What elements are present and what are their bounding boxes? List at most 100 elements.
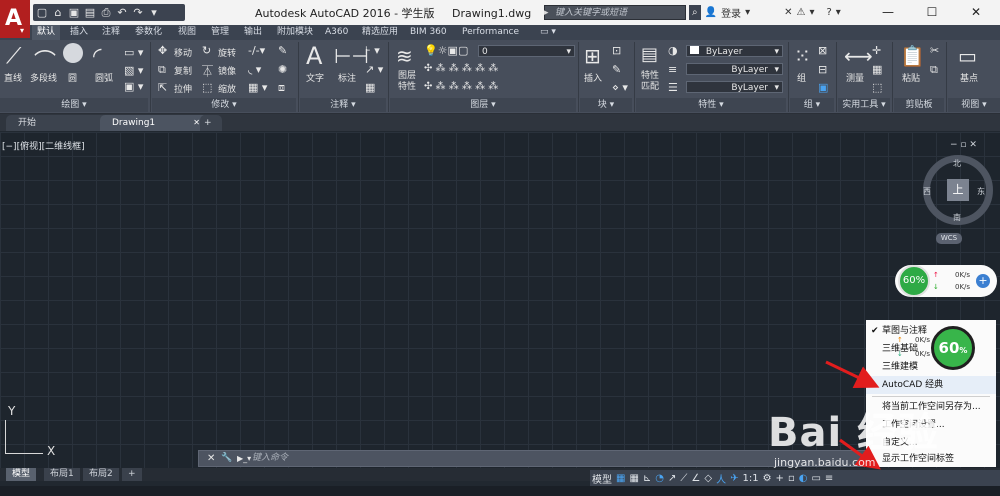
- trim-icon[interactable]: -/-▾: [248, 44, 265, 57]
- tab-a360[interactable]: A360: [320, 25, 353, 40]
- move-button[interactable]: 移动: [174, 46, 192, 59]
- fillet-icon[interactable]: ◟ ▾: [248, 63, 261, 76]
- layer-properties-icon[interactable]: ≋: [396, 44, 413, 68]
- stretch-button[interactable]: 拉伸: [174, 82, 192, 95]
- minimize-button[interactable]: —: [866, 0, 910, 25]
- tab-drawing1[interactable]: Drawing1 ✕: [100, 115, 208, 131]
- layer-state-icons[interactable]: 💡☼▣▢: [424, 44, 468, 57]
- tab-view[interactable]: 视图: [173, 25, 201, 40]
- compass-west[interactable]: 西: [923, 186, 931, 197]
- ortho-icon[interactable]: ⊾: [643, 473, 651, 484]
- color-dropdown[interactable]: ByLayer ▾: [686, 45, 783, 57]
- layer-dropdown[interactable]: 0 ▾: [478, 45, 575, 57]
- customize-qat-icon[interactable]: ▾: [147, 6, 161, 19]
- linear-dim-icon[interactable]: ⊦ ▾: [365, 44, 380, 57]
- maximize-button[interactable]: ☐: [910, 0, 954, 25]
- ribbon-options-button[interactable]: ▭ ▾: [535, 25, 561, 40]
- wrench-icon[interactable]: 🔧: [221, 451, 232, 466]
- tab-insert[interactable]: 插入: [65, 25, 93, 40]
- panel-properties-title[interactable]: 特性 ▾: [636, 98, 786, 112]
- insert-button[interactable]: 插入: [584, 71, 602, 84]
- linetype-dropdown[interactable]: ByLayer ▾: [686, 63, 783, 75]
- dimension-button[interactable]: 标注: [338, 71, 356, 84]
- text-button[interactable]: 文字: [306, 71, 324, 84]
- base-view-icon[interactable]: ▭: [958, 44, 977, 68]
- offset-icon[interactable]: ⧈: [278, 81, 285, 95]
- tab-home[interactable]: 默认: [32, 25, 61, 40]
- ungroup-icon[interactable]: ⊠: [818, 44, 827, 57]
- panel-layers-title[interactable]: 图层 ▾: [390, 98, 576, 112]
- tab-model[interactable]: 模型: [6, 468, 37, 481]
- line-icon[interactable]: ⟋: [6, 44, 21, 69]
- create-block-icon[interactable]: ⊡: [612, 44, 621, 57]
- quick-select-icon[interactable]: ⬚: [872, 81, 882, 94]
- edit-block-icon[interactable]: ✎: [612, 63, 621, 76]
- compass-south[interactable]: 南: [953, 212, 961, 223]
- copy-clip-icon[interactable]: ⧉: [930, 63, 938, 77]
- circle-button[interactable]: 圆: [68, 71, 77, 84]
- paste-button[interactable]: 粘贴: [902, 71, 920, 84]
- attribute-icon[interactable]: ⋄ ▾: [612, 81, 628, 94]
- array-icon[interactable]: ▦ ▾: [248, 81, 267, 94]
- network-speed-overlay[interactable]: ↑ 0K/s ↓ 0K/s 60%: [895, 326, 995, 370]
- match-properties-button[interactable]: 特性 匹配: [641, 71, 659, 93]
- annotation-visibility-icon[interactable]: 人: [716, 471, 726, 486]
- plus-icon[interactable]: +: [976, 274, 990, 288]
- group-select-icon[interactable]: ▣: [818, 81, 828, 94]
- lineweight-dropdown[interactable]: ByLayer ▾: [686, 81, 783, 93]
- save-icon[interactable]: ▣: [67, 6, 81, 19]
- save-as-icon[interactable]: ▤: [83, 6, 97, 19]
- login-button[interactable]: 登录: [721, 5, 741, 20]
- measure-button[interactable]: 测量: [846, 71, 864, 84]
- rotate-button[interactable]: 旋转: [218, 46, 236, 59]
- isodraft-icon[interactable]: ↗: [668, 473, 676, 484]
- chevron-down-icon[interactable]: ▾: [745, 7, 750, 18]
- compass-east[interactable]: 东: [977, 186, 985, 197]
- redo-icon[interactable]: ↷: [131, 6, 145, 19]
- close-window-button[interactable]: ✕: [954, 0, 998, 25]
- undo-icon[interactable]: ↶: [115, 6, 129, 19]
- base-button[interactable]: 基点: [960, 71, 978, 84]
- mirror-button[interactable]: 镜像: [218, 64, 236, 77]
- binoculars-icon[interactable]: ⌕: [689, 5, 701, 20]
- chevron-down-icon[interactable]: ▾: [809, 7, 814, 18]
- panel-utilities-title[interactable]: 实用工具 ▾: [838, 98, 890, 112]
- rectangle-icon[interactable]: ▭ ▾: [124, 46, 143, 59]
- wcs-menu[interactable]: WCS: [936, 233, 962, 244]
- user-icon[interactable]: 👤: [705, 7, 717, 18]
- layer-tools-row2[interactable]: ✣ ⁂ ⁂ ⁂ ⁂ ⁂: [424, 81, 498, 92]
- command-input[interactable]: 键入命令: [252, 452, 672, 464]
- new-layout-button[interactable]: +: [122, 468, 142, 481]
- explode-icon[interactable]: ✺: [278, 63, 287, 76]
- tab-layout1[interactable]: 布局1: [44, 468, 80, 481]
- polyline-button[interactable]: 多段线: [30, 71, 57, 84]
- tab-output[interactable]: 输出: [239, 25, 267, 40]
- viewcube-top-face[interactable]: 上: [947, 179, 969, 201]
- otrack-icon[interactable]: ∠: [691, 473, 700, 484]
- auto-scale-icon[interactable]: ✈: [730, 473, 738, 484]
- stay-connected-icon[interactable]: ⚠: [796, 7, 805, 18]
- command-prompt-icon[interactable]: ▶_▾: [237, 451, 251, 466]
- table-icon[interactable]: ▦: [365, 81, 375, 94]
- group-button[interactable]: 组: [797, 71, 806, 84]
- panel-groups-title[interactable]: 组 ▾: [790, 98, 834, 112]
- chevron-down-icon[interactable]: ▾: [836, 7, 841, 18]
- exchange-icon[interactable]: ✕: [784, 7, 792, 18]
- osnap-icon[interactable]: ⟋: [680, 473, 687, 484]
- compass-north[interactable]: 北: [953, 158, 961, 169]
- more-draw-icon[interactable]: ▣ ▾: [124, 80, 143, 93]
- id-point-icon[interactable]: ✛: [872, 44, 881, 57]
- hatch-icon[interactable]: ▧ ▾: [124, 64, 143, 77]
- insert-block-icon[interactable]: ⊞: [584, 44, 601, 68]
- text-icon[interactable]: A: [306, 42, 322, 70]
- arc-button[interactable]: 圆弧: [95, 71, 113, 84]
- tab-performance[interactable]: Performance: [457, 25, 524, 40]
- layer-properties-button[interactable]: 图层 特性: [398, 71, 416, 93]
- model-space-button[interactable]: 模型: [592, 471, 612, 486]
- arc-icon[interactable]: ◜: [93, 44, 102, 69]
- tab-start[interactable]: 开始: [6, 115, 108, 131]
- panel-annotation-title[interactable]: 注释 ▾: [300, 98, 386, 112]
- cut-icon[interactable]: ✂: [930, 44, 939, 57]
- tab-parametric[interactable]: 参数化: [130, 25, 167, 40]
- tab-bim360[interactable]: BIM 360: [405, 25, 452, 40]
